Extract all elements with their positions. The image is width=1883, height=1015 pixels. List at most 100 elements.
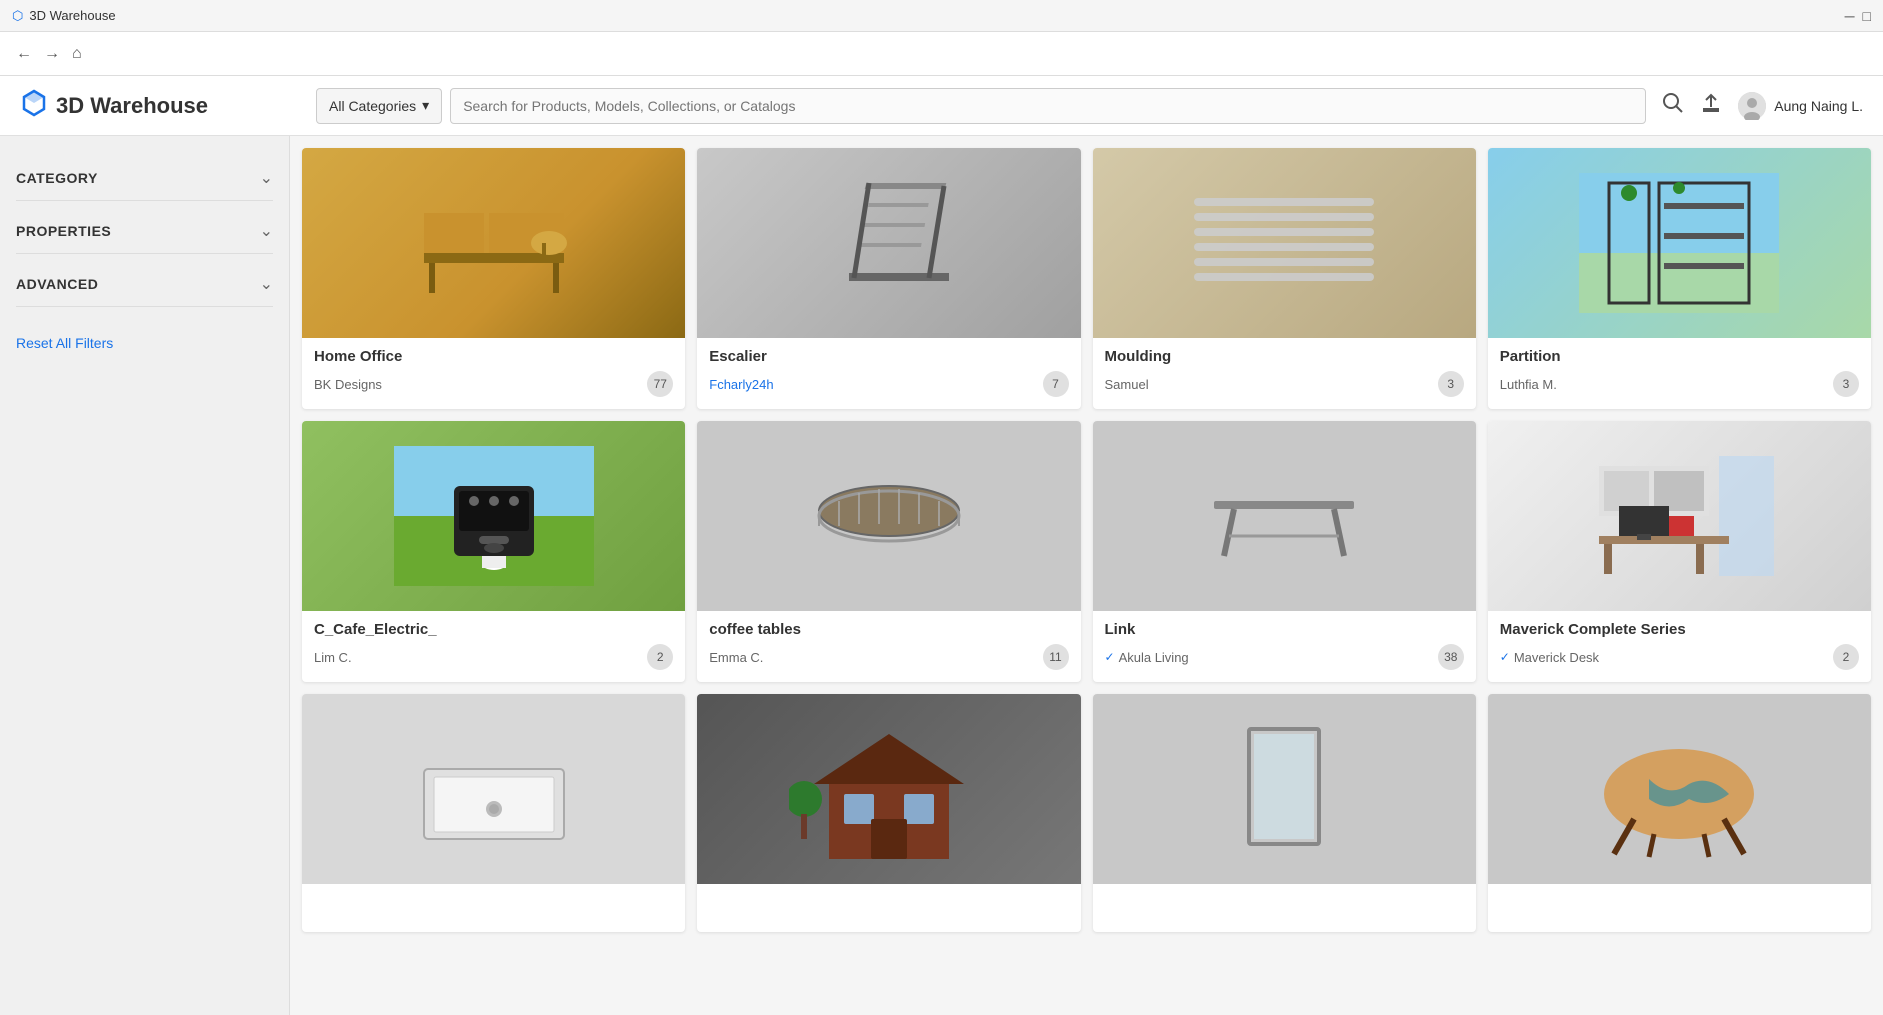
product-grid: Home Office BK Designs 77 [302,148,1871,932]
main-content: Home Office BK Designs 77 [290,136,1883,1015]
card-shower[interactable] [302,694,685,932]
category-filter-header[interactable]: CATEGORY ⌄ [16,156,273,201]
card-author-moulding: Samuel [1105,377,1149,392]
home-button[interactable]: ⌂ [72,45,82,63]
category-dropdown[interactable]: All Categories ▾ [316,88,442,124]
card-image-coffee [697,421,1080,611]
card-footer-escalier: Fcharly24h 7 [709,371,1068,397]
card-image-wood-table [1488,694,1871,884]
card-title-mirror [1105,894,1464,914]
card-author-maverick: ✓ Maverick Desk [1500,650,1599,665]
card-body-wood-table [1488,884,1871,932]
reset-filters-link[interactable]: Reset All Filters [16,335,113,351]
card-body-link: Link ✓ Akula Living 38 [1093,611,1476,682]
card-author-name-link: Akula Living [1119,650,1189,665]
card-title-wood-table [1500,894,1859,914]
logo-text: 3D Warehouse [56,93,208,119]
card-author-cafe: Lim C. [314,650,352,665]
card-title-moulding: Moulding [1105,348,1464,365]
category-filter-label: CATEGORY [16,170,98,186]
card-coffee-tables[interactable]: coffee tables Emma C. 11 [697,421,1080,682]
card-footer-maverick: ✓ Maverick Desk 2 [1500,644,1859,670]
card-author-home-office: BK Designs [314,377,382,392]
card-title-cafe: C_Cafe_Electric_ [314,621,673,638]
card-count-cafe: 2 [647,644,673,670]
category-chevron-icon: ⌄ [260,168,273,188]
back-button[interactable]: ← [16,45,32,63]
advanced-filter-header[interactable]: ADVANCED ⌄ [16,262,273,307]
card-image-link [1093,421,1476,611]
card-footer-partition: Luthfia M. 3 [1500,371,1859,397]
properties-filter-header[interactable]: PROPERTIES ⌄ [16,209,273,254]
card-home-office[interactable]: Home Office BK Designs 77 [302,148,685,409]
card-body-maverick: Maverick Complete Series ✓ Maverick Desk… [1488,611,1871,682]
card-footer-link: ✓ Akula Living 38 [1105,644,1464,670]
card-house[interactable] [697,694,1080,932]
header-right: Aung Naing L. [1662,92,1863,120]
card-image-cafe [302,421,685,611]
card-body-house [697,884,1080,932]
chevron-down-icon: ▾ [422,97,429,114]
app-title: 3D Warehouse [29,8,115,23]
card-title-home-office: Home Office [314,348,673,365]
user-avatar [1738,92,1766,120]
user-name: Aung Naing L. [1774,98,1863,114]
card-escalier[interactable]: Escalier Fcharly24h 7 [697,148,1080,409]
minimize-icon[interactable]: ─ [1845,8,1855,24]
card-author-coffee: Emma C. [709,650,763,665]
card-body-shower [302,884,685,932]
logo-area: 3D Warehouse [20,89,300,123]
maximize-icon[interactable]: □ [1863,8,1871,24]
card-image-escalier [697,148,1080,338]
advanced-chevron-icon: ⌄ [260,274,273,294]
card-body-home-office: Home Office BK Designs 77 [302,338,685,409]
card-mirror[interactable] [1093,694,1476,932]
card-partition[interactable]: Partition Luthfia M. 3 [1488,148,1871,409]
search-icon[interactable] [1662,92,1684,120]
sidebar: CATEGORY ⌄ PROPERTIES ⌄ ADVANCED ⌄ Reset… [0,136,290,1015]
card-image-partition [1488,148,1871,338]
card-title-coffee: coffee tables [709,621,1068,638]
card-count-partition: 3 [1833,371,1859,397]
card-footer-moulding: Samuel 3 [1105,371,1464,397]
card-image-house [697,694,1080,884]
card-count-escalier: 7 [1043,371,1069,397]
card-title-escalier: Escalier [709,348,1068,365]
card-author-escalier: Fcharly24h [709,377,773,392]
properties-filter: PROPERTIES ⌄ [16,209,273,254]
verified-icon-maverick: ✓ [1500,650,1510,664]
advanced-filter-label: ADVANCED [16,276,98,292]
card-maverick[interactable]: Maverick Complete Series ✓ Maverick Desk… [1488,421,1871,682]
header: 3D Warehouse All Categories ▾ [0,76,1883,136]
title-bar: ⬡ 3D Warehouse ─ □ [0,0,1883,32]
card-moulding[interactable]: Moulding Samuel 3 [1093,148,1476,409]
card-author-name-maverick: Maverick Desk [1514,650,1599,665]
card-body-cafe: C_Cafe_Electric_ Lim C. 2 [302,611,685,682]
category-filter: CATEGORY ⌄ [16,156,273,201]
category-label: All Categories [329,98,416,114]
main-layout: CATEGORY ⌄ PROPERTIES ⌄ ADVANCED ⌄ Reset… [0,136,1883,1015]
search-input[interactable] [450,88,1646,124]
card-author-link: ✓ Akula Living [1105,650,1189,665]
upload-icon[interactable] [1700,92,1722,120]
card-link[interactable]: Link ✓ Akula Living 38 [1093,421,1476,682]
card-count-home-office: 77 [647,371,673,397]
card-title-shower [314,894,673,914]
card-body-escalier: Escalier Fcharly24h 7 [697,338,1080,409]
verified-icon-link: ✓ [1105,650,1115,664]
card-wood-table[interactable] [1488,694,1871,932]
card-image-home-office [302,148,685,338]
card-image-shower [302,694,685,884]
card-body-partition: Partition Luthfia M. 3 [1488,338,1871,409]
card-footer-coffee: Emma C. 11 [709,644,1068,670]
card-cafe-electric[interactable]: C_Cafe_Electric_ Lim C. 2 [302,421,685,682]
card-author-partition: Luthfia M. [1500,377,1557,392]
user-info[interactable]: Aung Naing L. [1738,92,1863,120]
card-body-mirror [1093,884,1476,932]
properties-filter-label: PROPERTIES [16,223,111,239]
card-image-mirror [1093,694,1476,884]
card-image-maverick [1488,421,1871,611]
card-footer-home-office: BK Designs 77 [314,371,673,397]
card-count-moulding: 3 [1438,371,1464,397]
forward-button[interactable]: → [44,45,60,63]
